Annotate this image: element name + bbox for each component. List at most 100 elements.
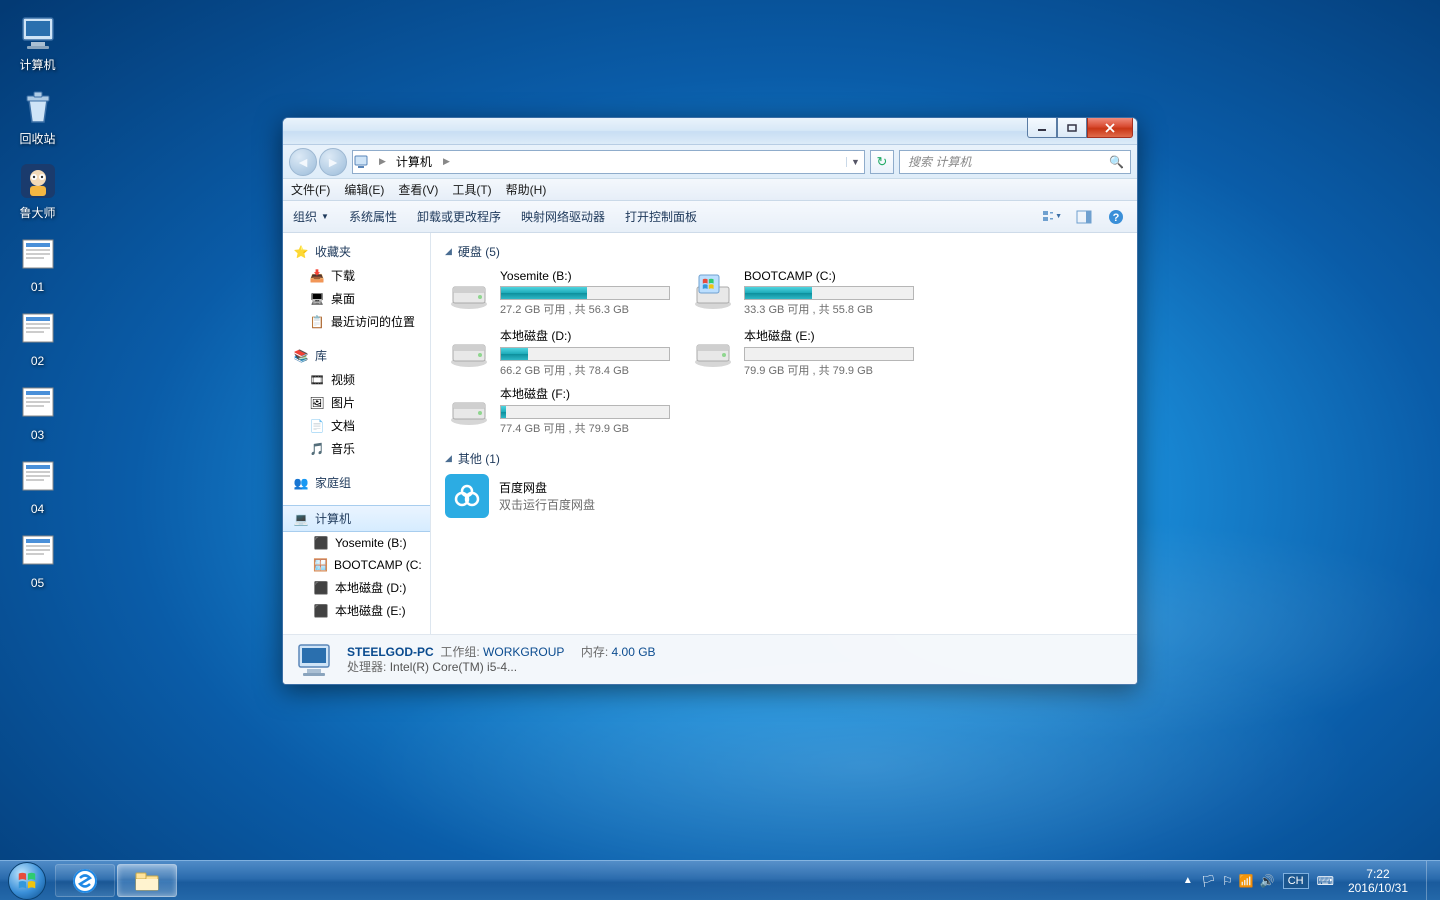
toolbar: 组织 ▼ 系统属性 卸载或更改程序 映射网络驱动器 打开控制面板 ▼ ? — [283, 201, 1137, 233]
menu-help[interactable]: 帮助(H) — [506, 181, 547, 198]
network-icon[interactable]: 📶 — [1239, 874, 1254, 888]
capacity-bar — [744, 286, 914, 300]
group-other-header[interactable]: ◢其他 (1) — [443, 446, 1125, 471]
menu-file[interactable]: 文件(F) — [291, 181, 330, 198]
menu-view[interactable]: 查看(V) — [398, 181, 438, 198]
language-indicator[interactable]: CH — [1283, 873, 1309, 889]
capacity-bar — [500, 286, 670, 300]
nav-computer[interactable]: 💻计算机 — [283, 505, 430, 532]
nav-drive-d[interactable]: ⬛本地磁盘 (D:) — [283, 576, 430, 599]
clock[interactable]: 7:22 2016/10/31 — [1342, 867, 1414, 895]
nav-drive-b[interactable]: ⬛Yosemite (B:) — [283, 532, 430, 554]
content-pane: ◢硬盘 (5) Yosemite (B:)27.2 GB 可用 , 共 56.3… — [431, 233, 1137, 634]
video-icon: 🎞 — [309, 372, 325, 388]
explorer-window: ◄ ► ▶ 计算机 ▶ ▼ ↻ 搜索 计算机 🔍 文件(F) 编辑(E) 查看(… — [282, 117, 1138, 685]
nav-music[interactable]: 🎵音乐 — [283, 437, 430, 460]
windrive-icon: 🪟 — [313, 557, 328, 573]
nav-pictures[interactable]: 🖼图片 — [283, 391, 430, 414]
other-百度网盘[interactable]: 百度网盘双击运行百度网盘 — [443, 471, 687, 521]
menu-tools[interactable]: 工具(T) — [452, 181, 491, 198]
titlebar[interactable] — [283, 118, 1137, 145]
computer-icon — [293, 641, 335, 679]
nav-drive-e[interactable]: ⬛本地磁盘 (E:) — [283, 599, 430, 622]
group-hdd-header[interactable]: ◢硬盘 (5) — [443, 239, 1125, 264]
nav-video[interactable]: 🎞视频 — [283, 368, 430, 391]
baidu-netdisk-icon — [445, 474, 489, 518]
drive-BOOTCAMP (C:)[interactable]: BOOTCAMP (C:)33.3 GB 可用 , 共 55.8 GB — [687, 264, 931, 322]
action-center-icon[interactable]: ⚐ — [1222, 874, 1233, 888]
menu-edit[interactable]: 编辑(E) — [344, 181, 384, 198]
desktop-icons: 计算机回收站鲁大师0102030405 — [0, 0, 80, 602]
refresh-button[interactable]: ↻ — [870, 150, 894, 174]
drive-Yosemite (B:)[interactable]: Yosemite (B:)27.2 GB 可用 , 共 56.3 GB — [443, 264, 687, 322]
desktop-icon-03[interactable]: 03 — [0, 375, 75, 449]
close-button[interactable] — [1087, 118, 1133, 138]
hdd-icon: ⬛ — [313, 580, 329, 596]
desktop-icon-计算机[interactable]: 计算机 — [0, 5, 75, 79]
search-input[interactable]: 搜索 计算机 🔍 — [899, 150, 1131, 174]
tray-overflow[interactable]: ▲ — [1183, 875, 1193, 886]
preview-pane-button[interactable] — [1073, 206, 1095, 228]
maximize-button[interactable] — [1057, 118, 1087, 138]
hdd-icon — [446, 267, 492, 313]
hdd-icon — [446, 325, 492, 371]
drive-本地磁盘 (E:)[interactable]: 本地磁盘 (E:)79.9 GB 可用 , 共 79.9 GB — [687, 322, 931, 380]
pc-name: STEELGOD-PC — [347, 645, 434, 659]
doc-icon: 📄 — [309, 418, 325, 434]
desktop-icon-回收站[interactable]: 回收站 — [0, 79, 75, 153]
nav-homegroup[interactable]: 👥家庭组 — [283, 470, 430, 495]
homegroup-icon: 👥 — [293, 475, 309, 491]
nav-favorites[interactable]: ⭐收藏夹 — [283, 239, 430, 264]
toolbar-controlpanel[interactable]: 打开控制面板 — [625, 208, 697, 225]
nav-drive-c[interactable]: 🪟BOOTCAMP (C: — [283, 554, 430, 576]
star-icon: ⭐ — [293, 244, 309, 260]
search-icon: 🔍 — [1109, 155, 1124, 169]
minimize-button[interactable] — [1027, 118, 1057, 138]
desktop-icon-01[interactable]: 01 — [0, 227, 75, 301]
systray: ▲ 🏳 ⚐ 📶 🔊 CH ⌨ 7:22 2016/10/31 — [1179, 861, 1440, 900]
taskbar-sogou[interactable] — [55, 864, 115, 897]
toolbar-sysprops[interactable]: 系统属性 — [349, 208, 397, 225]
taskbar-explorer[interactable] — [117, 864, 177, 897]
forward-button[interactable]: ► — [319, 148, 347, 176]
nav-documents[interactable]: 📄文档 — [283, 414, 430, 437]
recycle-icon — [16, 85, 60, 129]
address-dropdown[interactable]: ▼ — [846, 157, 864, 167]
breadcrumb-computer[interactable]: 计算机 — [390, 151, 439, 173]
recent-icon: 📋 — [309, 314, 325, 330]
nav-row: ◄ ► ▶ 计算机 ▶ ▼ ↻ 搜索 计算机 🔍 — [283, 145, 1137, 179]
drive-本地磁盘 (D:)[interactable]: 本地磁盘 (D:)66.2 GB 可用 , 共 78.4 GB — [443, 322, 687, 380]
nav-libraries[interactable]: 📚库 — [283, 343, 430, 368]
capacity-bar — [744, 347, 914, 361]
hdd-icon — [690, 325, 736, 371]
search-placeholder: 搜索 计算机 — [908, 153, 971, 170]
volume-icon[interactable]: 🔊 — [1260, 874, 1275, 888]
desktop-icon-04[interactable]: 04 — [0, 449, 75, 523]
drive-本地磁盘 (F:)[interactable]: 本地磁盘 (F:)77.4 GB 可用 , 共 79.9 GB — [443, 380, 687, 438]
toolbar-mapdrive[interactable]: 映射网络驱动器 — [521, 208, 605, 225]
address-bar[interactable]: ▶ 计算机 ▶ ▼ — [352, 150, 865, 174]
image-icon — [16, 455, 60, 499]
show-desktop-button[interactable] — [1426, 861, 1436, 900]
flag-icon[interactable]: 🏳 — [1201, 874, 1216, 888]
computer-icon — [16, 11, 60, 55]
nav-pane: ⭐收藏夹 📥下载 🖥桌面 📋最近访问的位置 📚库 🎞视频 🖼图片 📄文档 🎵音乐… — [283, 233, 431, 634]
view-options-button[interactable]: ▼ — [1041, 206, 1063, 228]
desktop-icon-05[interactable]: 05 — [0, 523, 75, 597]
svg-text:?: ? — [1113, 212, 1120, 224]
capacity-bar — [500, 405, 670, 419]
nav-downloads[interactable]: 📥下载 — [283, 264, 430, 287]
help-button[interactable]: ? — [1105, 206, 1127, 228]
hdd-icon — [690, 267, 736, 313]
back-button[interactable]: ◄ — [289, 148, 317, 176]
capacity-bar — [500, 347, 670, 361]
nav-desktop[interactable]: 🖥桌面 — [283, 287, 430, 310]
computer-icon — [353, 154, 375, 170]
desktop-icon-鲁大师[interactable]: 鲁大师 — [0, 153, 75, 227]
desktop-icon-02[interactable]: 02 — [0, 301, 75, 375]
nav-recent[interactable]: 📋最近访问的位置 — [283, 310, 430, 333]
organize-button[interactable]: 组织 ▼ — [293, 208, 329, 225]
start-button[interactable] — [0, 861, 54, 900]
ime-icon[interactable]: ⌨ — [1317, 874, 1334, 888]
toolbar-uninstall[interactable]: 卸载或更改程序 — [417, 208, 501, 225]
